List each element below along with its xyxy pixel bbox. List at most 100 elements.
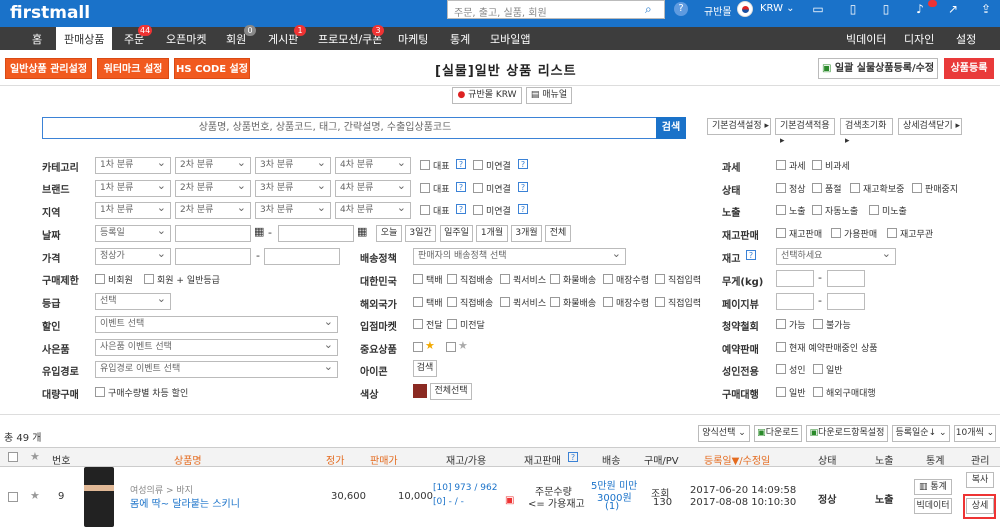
status-restock-checkbox[interactable] [850, 183, 860, 193]
help-icon[interactable]: ? [518, 204, 528, 214]
calendar-icon[interactable]: ▦ [254, 225, 264, 238]
product-thumbnail[interactable] [84, 467, 114, 527]
color-select-all-button[interactable]: 전체선택 [430, 383, 472, 400]
weight-from-input[interactable] [776, 270, 814, 287]
copy-button[interactable]: 복사 [966, 472, 994, 488]
member-general-checkbox[interactable] [144, 274, 154, 284]
korea-flag-icon[interactable] [737, 1, 753, 17]
adult-checkbox[interactable] [776, 364, 786, 374]
mobile-icon[interactable]: ▯ [845, 2, 861, 16]
currency-select[interactable]: KRW ⌄ [760, 3, 795, 14]
product-register-button[interactable]: 상품등록 [944, 58, 994, 79]
status-normal-checkbox[interactable] [776, 183, 786, 193]
region-select-3[interactable]: 3차 분류 [255, 200, 331, 219]
nav-promotion[interactable]: 프로모션/쿠폰 3 [318, 25, 384, 47]
pageview-from-input[interactable] [776, 293, 814, 310]
unimportant-star-checkbox[interactable] [446, 342, 456, 352]
hscode-settings-button[interactable]: HS CODE 설정 [174, 58, 250, 79]
os-parcel-checkbox[interactable] [413, 297, 423, 307]
help-icon[interactable]: ? [674, 2, 688, 16]
nav-board[interactable]: 게시판 1 [268, 25, 306, 47]
3days-button[interactable]: 3일간 [405, 225, 436, 242]
status-soldout-checkbox[interactable] [812, 183, 822, 193]
help-icon[interactable]: ? [518, 159, 528, 169]
star-icon[interactable]: ★ [30, 450, 40, 463]
window-icon[interactable]: ▣ [505, 495, 514, 506]
nav-bigdata[interactable]: 빅데이터 [846, 31, 886, 47]
global-search-input[interactable]: 주문, 출고, 실품, 회원 [447, 0, 665, 19]
count-select[interactable]: 10개씩 ⌄ [954, 425, 996, 442]
help-icon[interactable]: ? [518, 182, 528, 192]
stock-sale-checkbox[interactable] [776, 228, 786, 238]
weight-to-input[interactable] [827, 270, 865, 287]
bulk-diff-checkbox[interactable] [95, 387, 105, 397]
help-icon[interactable]: ? [456, 182, 466, 192]
avail-sale-checkbox[interactable] [831, 228, 841, 238]
icon-search-button[interactable]: 검색 [413, 360, 437, 377]
detail-search-close-button[interactable]: 상세검색닫기 ▸ [898, 118, 962, 135]
firstmall-logo[interactable]: firstmall [10, 3, 90, 23]
th-purchase-pv[interactable]: 구매/PV [644, 452, 679, 467]
category-select-1[interactable]: 1차 분류 [95, 155, 171, 174]
undelivered-checkbox[interactable] [447, 319, 457, 329]
calendar-icon[interactable]: ▦ [357, 225, 367, 238]
taxable-checkbox[interactable] [776, 160, 786, 170]
help-icon[interactable]: ? [568, 452, 578, 462]
color-swatch[interactable] [413, 384, 427, 398]
kr-direct-input-checkbox[interactable] [655, 274, 665, 284]
unexposed-checkbox[interactable] [869, 205, 879, 215]
select-all-checkbox[interactable] [8, 452, 18, 462]
search-apply-button[interactable]: 기본검색적용 ▸ [775, 118, 835, 146]
os-freight-checkbox[interactable] [550, 297, 560, 307]
all-button[interactable]: 전체 [545, 225, 571, 242]
today-button[interactable]: 오늘 [376, 225, 402, 242]
product-settings-button[interactable]: 일반상품 관리설정 [5, 58, 92, 79]
th-stock[interactable]: 재고/가용 [446, 452, 486, 467]
general-checkbox[interactable] [813, 364, 823, 374]
bulk-register-button[interactable]: ▣ 일괄 실물상품등록/수정 [818, 58, 938, 79]
3month-button[interactable]: 3개월 [511, 225, 542, 242]
status-stopsale-checkbox[interactable] [912, 183, 922, 193]
watermark-settings-button[interactable]: 워터마크 설정 [97, 58, 169, 79]
external-link-icon[interactable]: ↗ [945, 2, 961, 16]
important-star-checkbox[interactable] [413, 342, 423, 352]
monitor-icon[interactable]: ▭ [810, 2, 826, 16]
reserve-impossible-checkbox[interactable] [813, 319, 823, 329]
brand-select-2[interactable]: 2차 분류 [175, 178, 251, 197]
row-stock1[interactable]: [10] 973 / 962 [433, 483, 497, 493]
gift-event-select[interactable]: 사은품 이벤트 선택 [95, 337, 338, 356]
stats-button[interactable]: ▥ 통계 [914, 479, 952, 495]
buy-agent-general-checkbox[interactable] [776, 387, 786, 397]
th-name[interactable]: 상품명 [174, 452, 202, 467]
nonmember-checkbox[interactable] [95, 274, 105, 284]
os-store-checkbox[interactable] [603, 297, 613, 307]
help-icon[interactable]: ? [456, 159, 466, 169]
1month-button[interactable]: 1개월 [476, 225, 508, 242]
th-list-price[interactable]: 정가 [326, 452, 344, 467]
overseas-agent-checkbox[interactable] [813, 387, 823, 397]
delivery-checkbox[interactable] [413, 319, 423, 329]
nav-members[interactable]: 회원 0 [226, 25, 256, 47]
main-search-input[interactable]: 상품명, 상품번호, 상품코드, 태그, 간략설명, 수출입상품코드 [42, 117, 658, 139]
bell-icon[interactable]: ♪ [912, 2, 928, 16]
manual-button[interactable]: ▤ 매뉴얼 [526, 87, 572, 104]
search-icon[interactable]: ⌕ [645, 2, 652, 17]
region-rep-checkbox[interactable] [420, 205, 430, 215]
tablet-icon[interactable]: ▯ [878, 2, 894, 16]
sort-select[interactable]: 등록일순↓ ⌄ [892, 425, 950, 442]
help-icon[interactable]: ? [746, 250, 756, 260]
presale-checkbox[interactable] [776, 342, 786, 352]
nontax-checkbox[interactable] [812, 160, 822, 170]
upload-icon[interactable]: ⇪ [978, 2, 994, 16]
search-settings-button[interactable]: 기본검색설정 ▸ [707, 118, 771, 135]
region-select-2[interactable]: 2차 분류 [175, 200, 251, 219]
brand-unlinked-checkbox[interactable] [473, 183, 483, 193]
autoexp-checkbox[interactable] [812, 205, 822, 215]
pageview-to-input[interactable] [827, 293, 865, 310]
search-reset-button[interactable]: 검색초기화 ▸ [840, 118, 893, 146]
row-stock2[interactable]: [0] - / - [433, 497, 464, 507]
kr-quick-checkbox[interactable] [500, 274, 510, 284]
search-button[interactable]: 검색 [656, 117, 686, 139]
brand-select-4[interactable]: 4차 분류 [335, 178, 411, 197]
nav-home[interactable]: 홈 [32, 31, 42, 47]
